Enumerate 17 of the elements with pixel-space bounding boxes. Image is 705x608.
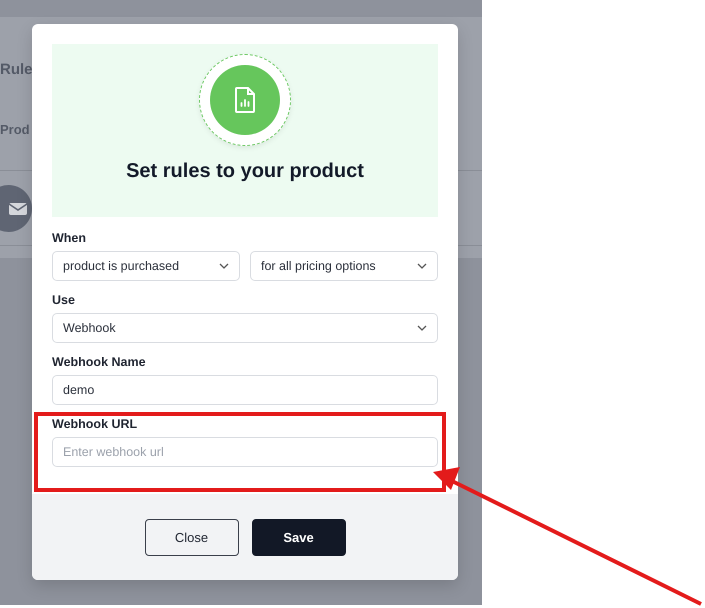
page-subtitle: Prod <box>0 122 30 137</box>
chevron-down-icon <box>219 263 229 269</box>
save-button[interactable]: Save <box>252 518 346 556</box>
dropdown[interactable]: for all pricing options <box>250 251 438 281</box>
field-label: Webhook Name <box>52 355 146 369</box>
close-button[interactable]: Close <box>144 518 238 556</box>
page-title: Rule <box>0 61 33 78</box>
input-field[interactable]: demo <box>52 375 438 405</box>
dropdown[interactable]: product is purchased <box>52 251 240 281</box>
field-label: Webhook URL <box>52 417 138 431</box>
input-field[interactable]: Enter webhook url <box>52 437 438 467</box>
chevron-down-icon <box>417 263 427 269</box>
chevron-down-icon <box>417 325 427 331</box>
field-label: Use <box>52 293 75 307</box>
field-label: When <box>52 231 86 245</box>
dialog-title: Set rules to your product <box>126 160 364 183</box>
dropdown[interactable]: Webhook <box>52 313 438 343</box>
